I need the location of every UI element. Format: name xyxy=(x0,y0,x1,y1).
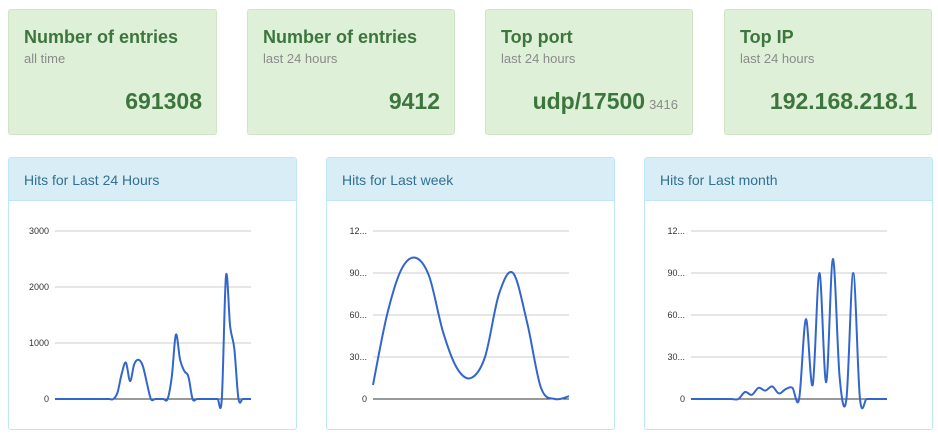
panel-heading: Hits for Last 24 Hours xyxy=(9,158,296,201)
stat-value: 9412 xyxy=(389,88,440,115)
y-tick-label: 60... xyxy=(349,310,367,320)
chart-month: 0 30... 60... 90... 12... xyxy=(667,226,887,410)
stat-value-text: 9412 xyxy=(388,88,440,114)
chart-week: 0 30... 60... 90... 12... xyxy=(349,226,570,404)
stat-title: Number of entries xyxy=(24,27,179,47)
stat-card-top-port: Top port last 24 hours udp/17500 3416 xyxy=(485,9,693,135)
series-line xyxy=(372,256,570,401)
y-tick-label: 3000 xyxy=(29,226,49,236)
stat-title: Number of entries xyxy=(263,27,418,47)
stat-subtitle: all time xyxy=(24,51,66,66)
y-tick-label: 0 xyxy=(44,394,49,404)
chart-panel-24h: Hits for Last 24 Hours 0 1000 2000 3000 xyxy=(8,157,297,430)
stat-value: udp/17500 3416 xyxy=(533,88,678,115)
y-tick-label: 12... xyxy=(667,226,685,236)
panel-heading: Hits for Last month xyxy=(645,158,932,201)
y-tick-label: 1000 xyxy=(29,338,49,348)
y-tick-label: 2000 xyxy=(29,282,49,292)
chart-panel-month: Hits for Last month 0 30... 60... 90... 12..… xyxy=(644,157,933,430)
y-tick-label: 30... xyxy=(349,352,367,362)
y-tick-label: 0 xyxy=(362,394,367,404)
series-line xyxy=(54,272,251,410)
stat-card-total-entries: Number of entries all time 691308 xyxy=(8,9,217,135)
y-tick-label: 12... xyxy=(349,226,367,236)
stat-value-text: udp/17500 xyxy=(532,88,646,114)
y-tick-label: 60... xyxy=(667,310,685,320)
panel-heading: Hits for Last week xyxy=(327,158,614,201)
stat-card-entries-24h: Number of entries last 24 hours 9412 xyxy=(247,9,455,135)
y-tick-label: 90... xyxy=(349,268,367,278)
stat-value: 691308 xyxy=(125,88,202,115)
chart-panel-week: Hits for Last week 0 30... 60... 90... 12... xyxy=(326,157,615,430)
y-tick-label: 90... xyxy=(667,268,685,278)
stat-subtitle: last 24 hours xyxy=(501,51,576,66)
stat-value-text: 192.168.218.1 xyxy=(769,88,917,114)
y-tick-label: 30... xyxy=(667,352,685,362)
stat-value: 192.168.218.1 xyxy=(770,88,917,115)
chart-24h: 0 1000 2000 3000 xyxy=(29,226,251,410)
y-tick-label: 0 xyxy=(680,394,685,404)
stat-card-top-ip: Top IP last 24 hours 192.168.218.1 xyxy=(724,9,932,135)
stat-count: 3416 xyxy=(649,97,678,112)
stat-value-text: 691308 xyxy=(125,88,202,114)
series-line xyxy=(690,257,887,410)
stat-title: Top port xyxy=(501,27,573,47)
stat-title: Top IP xyxy=(740,27,794,47)
stat-subtitle: last 24 hours xyxy=(263,51,338,66)
stat-subtitle: last 24 hours xyxy=(740,51,815,66)
